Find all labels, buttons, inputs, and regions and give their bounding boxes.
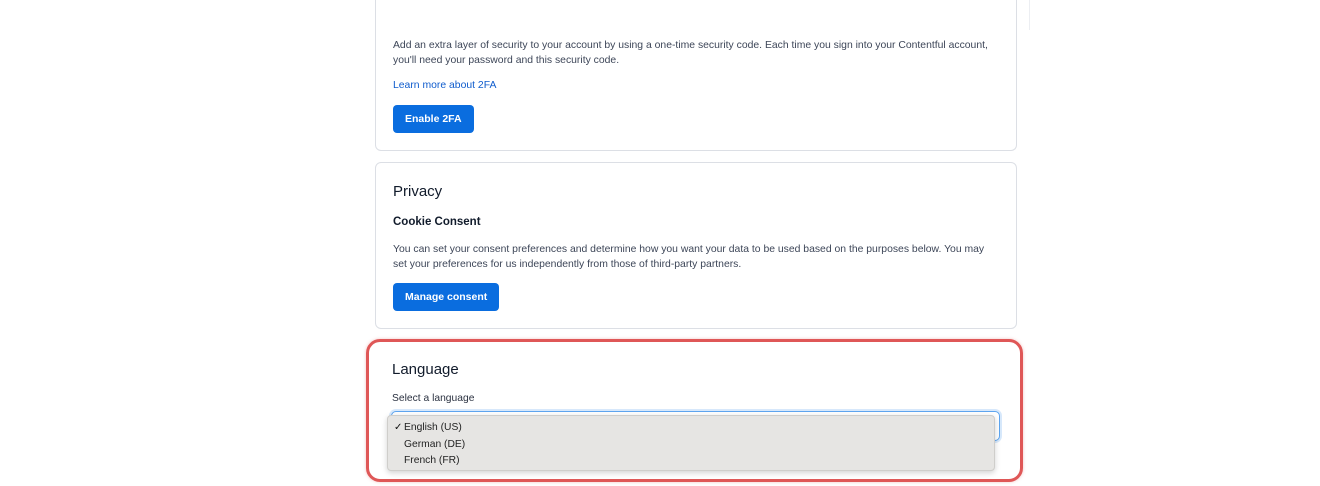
privacy-title: Privacy — [393, 183, 443, 200]
language-option-french[interactable]: French (FR) — [388, 453, 994, 470]
two-factor-auth-card: Add an extra layer of security to your a… — [375, 0, 1017, 151]
account-settings-page: Add an extra layer of security to your a… — [0, 0, 1320, 486]
language-option-label: German (DE) — [404, 438, 466, 450]
two-factor-description: Add an extra layer of security to your a… — [393, 40, 988, 66]
enable-2fa-button[interactable]: Enable 2FA — [393, 105, 474, 133]
learn-more-2fa-link[interactable]: Learn more about 2FA — [393, 80, 496, 91]
language-option-german[interactable]: German (DE) — [388, 437, 994, 454]
select-language-label: Select a language — [392, 393, 475, 404]
privacy-description: You can set your consent preferences and… — [393, 244, 985, 270]
check-icon: ✓ — [394, 422, 403, 433]
page-edge-divider — [1029, 0, 1030, 30]
language-option-label: French (FR) — [404, 455, 460, 466]
cookie-consent-subtitle: Cookie Consent — [393, 216, 481, 228]
privacy-card: Privacy Cookie Consent You can set your … — [375, 162, 1017, 329]
language-option-label: English (US) — [404, 422, 462, 433]
language-dropdown-menu: ✓ English (US) German (DE) French (FR) — [387, 415, 995, 471]
manage-consent-button[interactable]: Manage consent — [393, 283, 500, 311]
language-option-english[interactable]: ✓ English (US) — [388, 420, 994, 437]
